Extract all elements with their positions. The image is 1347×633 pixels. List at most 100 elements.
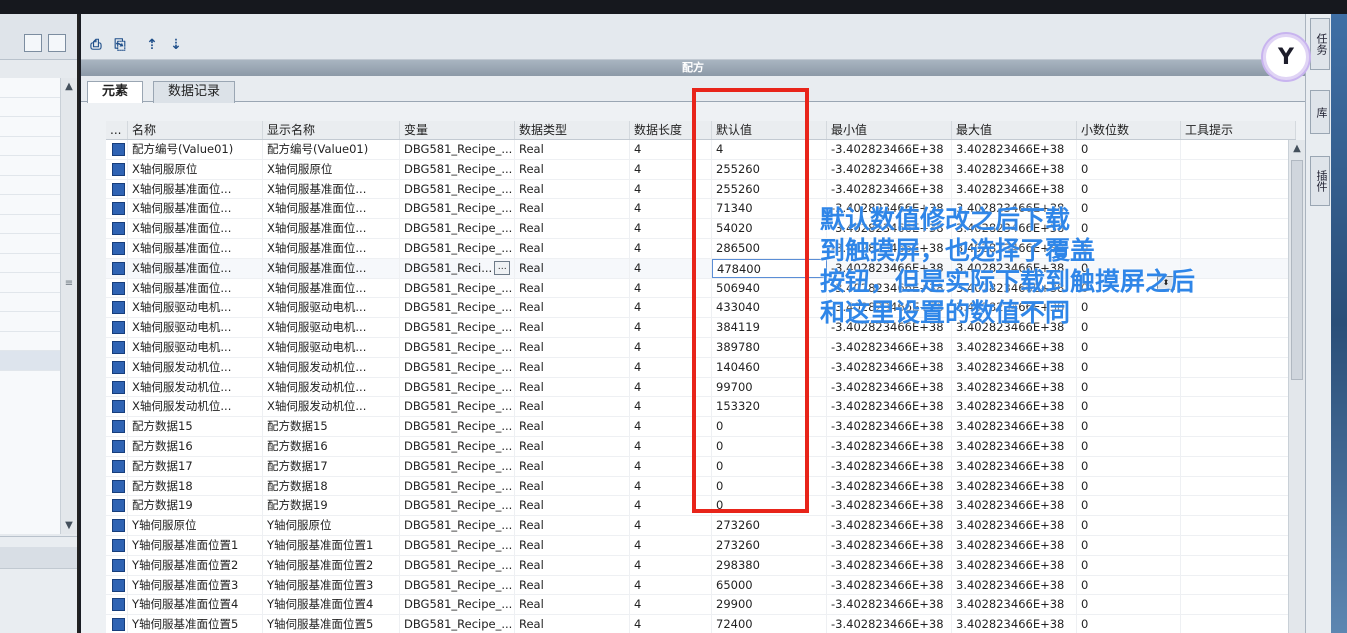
list-item[interactable] [0, 254, 60, 273]
cell-display[interactable]: X轴伺服驱动电机... [263, 337, 400, 357]
tab-elements[interactable]: 元素 [87, 81, 144, 103]
cell-var[interactable]: DBG581_Recipe_... [400, 397, 515, 417]
cell-type[interactable]: Real [515, 140, 630, 159]
cell-max[interactable]: 3.402823466E+38 [952, 516, 1077, 535]
table-row[interactable]: Y轴伺服基准面位置5 Y轴伺服基准面位置5 DBG581_Recipe_... Rea… [106, 615, 1296, 633]
scroll-up-icon[interactable]: ▲ [1289, 140, 1305, 157]
cell-type[interactable]: Real [515, 298, 630, 318]
cell-def[interactable]: 506940 [712, 278, 827, 298]
cell-name[interactable]: X轴伺服基准面位... [128, 278, 263, 298]
cell-name[interactable]: Y轴伺服基准面位置5 [128, 615, 263, 633]
cell-var[interactable]: DBG581_Recipe_... [400, 615, 515, 633]
cell-var[interactable]: DBG581_Recipe_... [400, 357, 515, 377]
cell-def[interactable]: 4 [712, 140, 827, 159]
cell-dec[interactable]: 0 [1077, 397, 1181, 417]
cell-type[interactable]: Real [515, 615, 630, 633]
cell-def[interactable]: 433040 [712, 298, 827, 318]
cell-max[interactable]: 3.402823466E+38 [952, 595, 1077, 615]
cell-min[interactable]: -3.402823466E+38 [827, 535, 952, 555]
cell-var[interactable]: DBG581_Recipe_... [400, 219, 515, 238]
cell-display[interactable]: Y轴伺服基准面位置3 [263, 575, 400, 595]
cell-max[interactable]: 3.402823466E+38 [952, 397, 1077, 417]
cell-display[interactable]: 配方数据19 [263, 496, 400, 516]
cell-dec[interactable]: 0 [1077, 436, 1181, 456]
cell-var[interactable]: DBG581_Recipe_... [400, 595, 515, 615]
cell-name[interactable]: Y轴伺服基准面位置1 [128, 535, 263, 555]
table-settings-icon[interactable] [48, 34, 66, 52]
cell-len[interactable]: 4 [630, 436, 712, 456]
cell-min[interactable]: -3.402823466E+38 [827, 179, 952, 199]
table-row[interactable]: X轴伺服发动机位... X轴伺服发动机位... DBG581_Recipe_... R… [106, 377, 1296, 398]
cell-tooltip[interactable] [1181, 535, 1296, 555]
table-row[interactable]: 配方数据18 配方数据18 DBG581_Recipe_... Real 4 0 -3.40… [106, 476, 1296, 497]
cell-len[interactable]: 4 [630, 575, 712, 595]
cell-display[interactable]: X轴伺服驱动电机... [263, 318, 400, 337]
table-row[interactable]: Y轴伺服基准面位置4 Y轴伺服基准面位置4 DBG581_Recipe_... Rea… [106, 595, 1296, 616]
cell-type[interactable]: Real [515, 377, 630, 397]
cell-name[interactable]: Y轴伺服基准面位置3 [128, 575, 263, 595]
cell-type[interactable]: Real [515, 595, 630, 615]
cell-display[interactable]: Y轴伺服基准面位置5 [263, 615, 400, 633]
cell-display[interactable]: X轴伺服基准面位... [263, 199, 400, 219]
column-header[interactable]: 默认值 [712, 121, 827, 139]
tab-library[interactable]: 库 [1310, 90, 1330, 134]
cell-tooltip[interactable] [1181, 436, 1296, 456]
cell-name[interactable]: X轴伺服原位 [128, 159, 263, 179]
cell-type[interactable]: Real [515, 337, 630, 357]
table-row[interactable]: 配方数据19 配方数据19 DBG581_Recipe_... Real 4 0 -3.40… [106, 496, 1296, 517]
column-header[interactable]: 变量 [400, 121, 515, 139]
list-item[interactable] [0, 137, 60, 156]
cell-len[interactable]: 4 [630, 140, 712, 159]
cell-var[interactable]: DBG581_Recipe_... [400, 417, 515, 436]
cell-type[interactable]: Real [515, 219, 630, 238]
list-item[interactable] [0, 176, 60, 195]
cell-var[interactable]: DBG581_Recipe_... [400, 199, 515, 219]
table-row[interactable]: X轴伺服基准面位... X轴伺服基准面位... DBG581_Recipe_... R… [106, 179, 1296, 200]
cell-tooltip[interactable] [1181, 397, 1296, 417]
list-item[interactable] [0, 293, 60, 312]
cell-tooltip[interactable] [1181, 615, 1296, 633]
cell-max[interactable]: 3.402823466E+38 [952, 496, 1077, 516]
cell-len[interactable]: 4 [630, 535, 712, 555]
cell-var[interactable]: DBG581_Recipe_... [400, 298, 515, 318]
cell-def[interactable]: 65000 [712, 575, 827, 595]
cell-type[interactable]: Real [515, 436, 630, 456]
table-row[interactable]: X轴伺服发动机位... X轴伺服发动机位... DBG581_Recipe_... R… [106, 357, 1296, 378]
cell-tooltip[interactable] [1181, 140, 1296, 159]
cell-def[interactable]: 255260 [712, 179, 827, 199]
cell-display[interactable]: X轴伺服基准面位... [263, 278, 400, 298]
cell-name[interactable]: X轴伺服基准面位... [128, 219, 263, 238]
cell-dec[interactable]: 0 [1077, 337, 1181, 357]
cell-tooltip[interactable] [1181, 496, 1296, 516]
cell-type[interactable]: Real [515, 199, 630, 219]
cell-tooltip[interactable] [1181, 357, 1296, 377]
cell-min[interactable]: -3.402823466E+38 [827, 377, 952, 397]
cell-var[interactable]: DBG581_Recipe_... [400, 140, 515, 159]
cell-dec[interactable]: 0 [1077, 555, 1181, 575]
cell-tooltip[interactable] [1181, 456, 1296, 476]
cell-name[interactable]: 配方编号(Value01) [128, 140, 263, 159]
cell-name[interactable]: Y轴伺服基准面位置4 [128, 595, 263, 615]
cell-dec[interactable]: 0 [1077, 417, 1181, 436]
cell-min[interactable]: -3.402823466E+38 [827, 417, 952, 436]
cell-type[interactable]: Real [515, 575, 630, 595]
list-item[interactable] [0, 156, 60, 176]
cell-len[interactable]: 4 [630, 456, 712, 476]
cell-def[interactable]: 273260 [712, 516, 827, 535]
browse-button[interactable]: … [494, 261, 511, 276]
cell-def[interactable]: 72400 [712, 615, 827, 633]
cell-def[interactable]: 0 [712, 456, 827, 476]
cell-var[interactable]: DBG581_Recipe_... [400, 159, 515, 179]
column-header[interactable]: 显示名称 [263, 121, 400, 139]
table-row[interactable]: Y轴伺服基准面位置1 Y轴伺服基准面位置1 DBG581_Recipe_... Rea… [106, 535, 1296, 556]
cell-name[interactable]: 配方数据17 [128, 456, 263, 476]
list-item[interactable] [0, 195, 60, 215]
cell-max[interactable]: 3.402823466E+38 [952, 535, 1077, 555]
cell-var[interactable]: DBG581_Recipe_... [400, 436, 515, 456]
cell-type[interactable]: Real [515, 238, 630, 258]
cell-min[interactable]: -3.402823466E+38 [827, 516, 952, 535]
left-scrollbar[interactable]: ▲ ≡ ▼ [60, 78, 77, 534]
cell-display[interactable]: X轴伺服基准面位... [263, 179, 400, 199]
cell-max[interactable]: 3.402823466E+38 [952, 555, 1077, 575]
cell-display[interactable]: 配方数据15 [263, 417, 400, 436]
